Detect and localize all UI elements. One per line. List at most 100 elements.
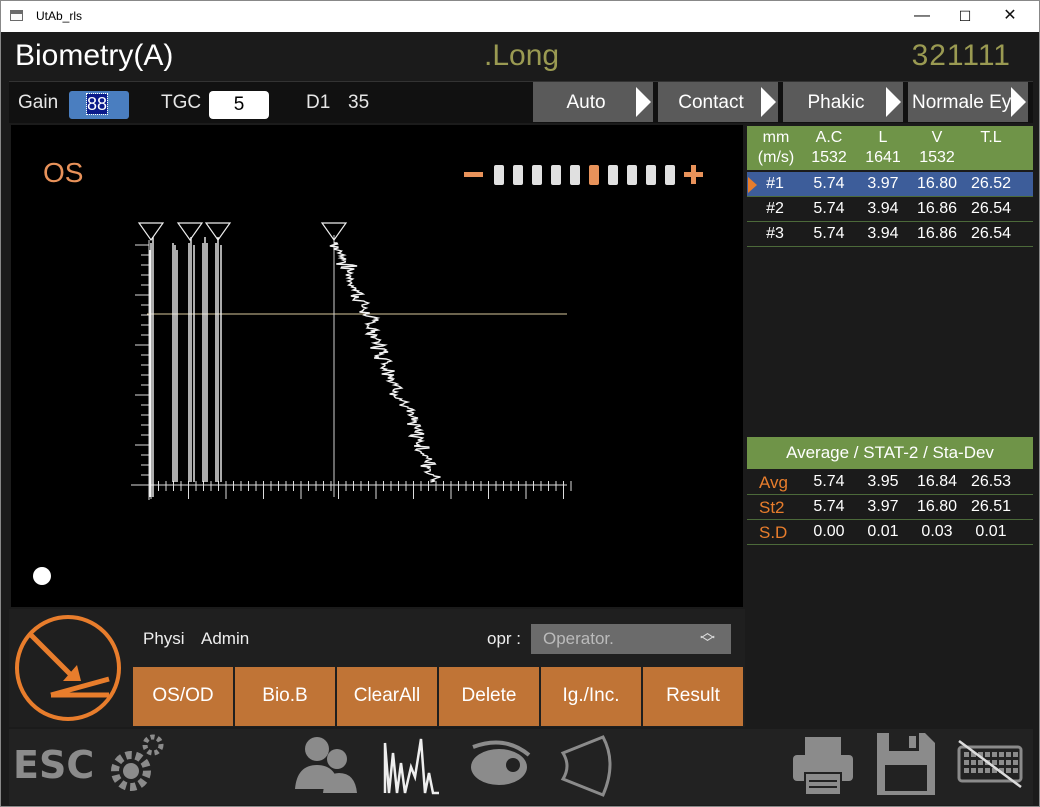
cell-tl: 26.51 <box>970 498 1012 515</box>
cell-ac: 5.74 <box>813 175 845 192</box>
bio-b-button[interactable]: Bio.B <box>235 667 335 726</box>
play-arrow-icon <box>886 87 901 117</box>
gate-marker-1[interactable] <box>137 222 165 242</box>
cell-v: 16.84 <box>916 473 958 490</box>
tab-eye-type[interactable]: Normale Ey <box>908 82 1028 122</box>
zoom-step[interactable] <box>494 165 504 185</box>
table-row[interactable]: #1 5.74 3.97 16.80 26.52 <box>747 172 1033 197</box>
echo-signal <box>149 237 441 497</box>
gain-label: Gain <box>18 92 59 113</box>
save-floppy-icon[interactable] <box>875 731 937 797</box>
table-row[interactable]: #3 5.74 3.94 16.86 26.54 <box>747 222 1033 247</box>
header-tl: T.L <box>980 129 1002 146</box>
stats-title: Average / STAT-2 / Sta-Dev <box>747 437 1033 469</box>
printer-icon[interactable] <box>791 733 855 797</box>
tab-auto-label: Auto <box>566 92 606 113</box>
gain-field[interactable]: 88 <box>69 91 129 119</box>
measurement-table-header: mm (m/s) A.C 1532 L 1641 V 1532 T.L <box>747 126 1033 170</box>
measure-mode: .Long <box>484 39 560 72</box>
tab-auto[interactable]: Auto <box>533 82 653 122</box>
tgc-field[interactable]: 5 <box>209 91 269 119</box>
cell-ac: 0.00 <box>813 523 845 540</box>
cell-v: 16.86 <box>916 200 958 217</box>
cell-v: 16.80 <box>916 498 958 515</box>
stats-row: S.D 0.00 0.01 0.03 0.01 <box>747 520 1033 545</box>
zoom-step[interactable] <box>570 165 580 185</box>
zoom-step[interactable] <box>513 165 523 185</box>
footer-toolbar: ESC <box>9 729 1033 805</box>
header-ac: A.C 1532 <box>811 129 847 166</box>
cell-tl: 26.52 <box>970 175 1012 192</box>
physician-name: Admin <box>201 629 250 648</box>
maximize-button[interactable]: ☐ <box>942 1 988 32</box>
app-window: UtAb_rls — ☐ ✕ Biometry(A) .Long 321111 … <box>0 0 1040 807</box>
minimize-button[interactable]: — <box>899 1 945 32</box>
tgc-label: TGC <box>161 92 202 113</box>
operator-select-value: Operator. <box>543 629 614 648</box>
zoom-plus-icon-vertical <box>691 165 696 184</box>
page-title: Biometry(A) <box>15 39 174 72</box>
stats-label-avg: Avg <box>759 473 788 492</box>
play-arrow-icon <box>761 87 776 117</box>
gate-markers[interactable] <box>137 222 348 242</box>
table-row[interactable]: #2 5.74 3.94 16.86 26.54 <box>747 197 1033 222</box>
cell-tl: 26.54 <box>970 200 1012 217</box>
esc-button[interactable]: ESC <box>13 743 94 787</box>
stats-label-sd: S.D <box>759 523 788 542</box>
ignore-include-button[interactable]: Ig./Inc. <box>541 667 641 726</box>
play-arrow-icon <box>1011 87 1026 117</box>
tab-contact[interactable]: Contact <box>658 82 778 122</box>
physician-label: Physi <box>143 629 185 648</box>
gain-value: 88 <box>85 93 109 115</box>
header-l: L 1641 <box>865 129 901 166</box>
cell-l: 3.97 <box>867 175 899 192</box>
zoom-step[interactable] <box>551 165 561 185</box>
settings-gear-icon[interactable] <box>103 731 169 797</box>
os-od-button[interactable]: OS/OD <box>133 667 233 726</box>
zoom-step[interactable] <box>608 165 618 185</box>
cell-ac: 5.74 <box>813 225 845 242</box>
cell-v: 0.03 <box>921 523 953 540</box>
play-arrow-icon <box>636 87 651 117</box>
gate-marker-2[interactable] <box>176 222 204 242</box>
result-button[interactable]: Result <box>643 667 743 726</box>
cell-l: 3.95 <box>867 473 899 490</box>
clear-all-button[interactable]: ClearAll <box>337 667 437 726</box>
a-scan-plot[interactable]: OS <box>11 125 743 607</box>
operator-label: opr : <box>487 629 522 648</box>
zoom-minus-icon[interactable] <box>464 172 483 177</box>
zoom-step[interactable] <box>627 165 637 185</box>
zoom-scale[interactable] <box>464 165 703 185</box>
cell-l: 0.01 <box>867 523 899 540</box>
zoom-step[interactable] <box>589 165 599 185</box>
eye-scan-icon[interactable] <box>465 737 535 793</box>
cell-ac: 5.74 <box>813 200 845 217</box>
d1-label: D1 <box>306 92 331 113</box>
close-button[interactable]: ✕ <box>987 1 1033 32</box>
stats-row: Avg 5.74 3.95 16.84 26.53 <box>747 470 1033 495</box>
patient-id: 321111 <box>911 39 1011 72</box>
patients-icon[interactable] <box>295 733 357 795</box>
title-bar: UtAb_rls — ☐ ✕ <box>1 1 1039 32</box>
zoom-step[interactable] <box>646 165 656 185</box>
tab-phakic-label: Phakic <box>807 92 865 113</box>
cell-l: 3.94 <box>867 200 899 217</box>
zoom-step[interactable] <box>532 165 542 185</box>
record-indicator <box>33 567 51 585</box>
keyboard-disabled-icon[interactable] <box>955 739 1025 795</box>
window-title: UtAb_rls <box>36 9 83 23</box>
operator-select[interactable]: Operator. ︿ ﹀ <box>531 624 731 654</box>
d1-value: 35 <box>348 92 370 113</box>
cell-tl: 0.01 <box>975 523 1007 540</box>
tab-phakic[interactable]: Phakic <box>783 82 903 122</box>
cell-ac: 5.74 <box>813 473 845 490</box>
probe-logo-icon[interactable] <box>15 615 121 721</box>
app-icon <box>10 10 23 21</box>
row-label: #3 <box>766 225 784 242</box>
b-scan-sector-icon[interactable] <box>557 733 619 799</box>
delete-button[interactable]: Delete <box>439 667 539 726</box>
header: Biometry(A) .Long 321111 <box>9 33 1033 79</box>
zoom-step[interactable] <box>665 165 675 185</box>
a-scan-mode-icon[interactable] <box>381 733 443 797</box>
header-unit: mm (m/s) <box>757 129 795 166</box>
